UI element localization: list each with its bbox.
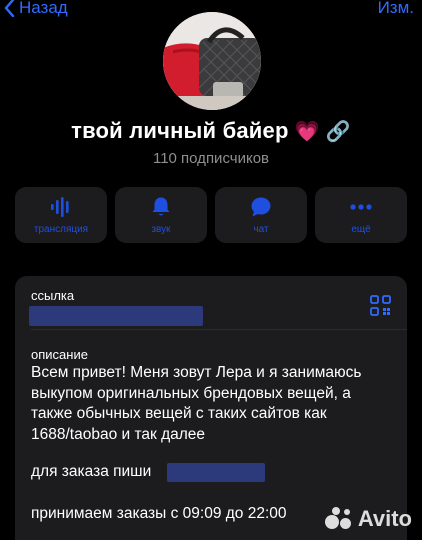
chevron-left-icon — [4, 0, 15, 17]
order-text: для заказа пиши — [31, 463, 152, 480]
chat-label: чат — [253, 223, 269, 235]
more-dots-icon — [350, 203, 372, 210]
sound-button[interactable]: звук — [115, 187, 207, 243]
divider — [31, 329, 407, 330]
subscriber-count: 110 подписчиков — [152, 150, 270, 167]
link-label: ссылка — [31, 288, 75, 303]
title-emojis: 💗 🔗 — [294, 121, 351, 143]
channel-title-text: твой личный байер — [71, 118, 289, 143]
more-button[interactable]: ещё — [315, 187, 407, 243]
channel-title: твой личный байер 💗 🔗 — [0, 118, 422, 144]
action-buttons: трансляция звук чат ещё — [15, 187, 407, 243]
edit-button[interactable]: Изм. — [378, 0, 414, 18]
chat-button[interactable]: чат — [215, 187, 307, 243]
more-label: ещё — [351, 223, 371, 235]
channel-info-card: ссылка описание Всем привет! Меня зовут … — [15, 276, 407, 540]
avatar-image — [163, 12, 261, 110]
description-label: описание — [31, 347, 88, 362]
link-value-redacted[interactable] — [29, 306, 203, 326]
avito-logo-icon — [324, 506, 355, 532]
broadcast-button[interactable]: трансляция — [15, 187, 107, 243]
back-label: Назад — [19, 0, 68, 17]
back-button[interactable]: Назад — [4, 0, 68, 18]
broadcast-icon — [51, 196, 69, 217]
avito-watermark-text: Avito — [357, 506, 412, 531]
order-contact-redacted[interactable] — [167, 463, 265, 482]
description-text: Всем привет! Меня зовут Лера и я занимаю… — [31, 364, 362, 443]
sound-label: звук — [151, 223, 171, 235]
chat-bubble-icon — [251, 197, 271, 216]
avatar[interactable] — [163, 12, 261, 110]
hours-text: принимаем заказы с 09:09 до 22:00 — [31, 505, 287, 522]
qr-code-icon[interactable] — [370, 295, 391, 316]
bell-icon — [152, 197, 170, 215]
avito-watermark: Avito — [324, 506, 412, 532]
broadcast-label: трансляция — [33, 223, 89, 235]
